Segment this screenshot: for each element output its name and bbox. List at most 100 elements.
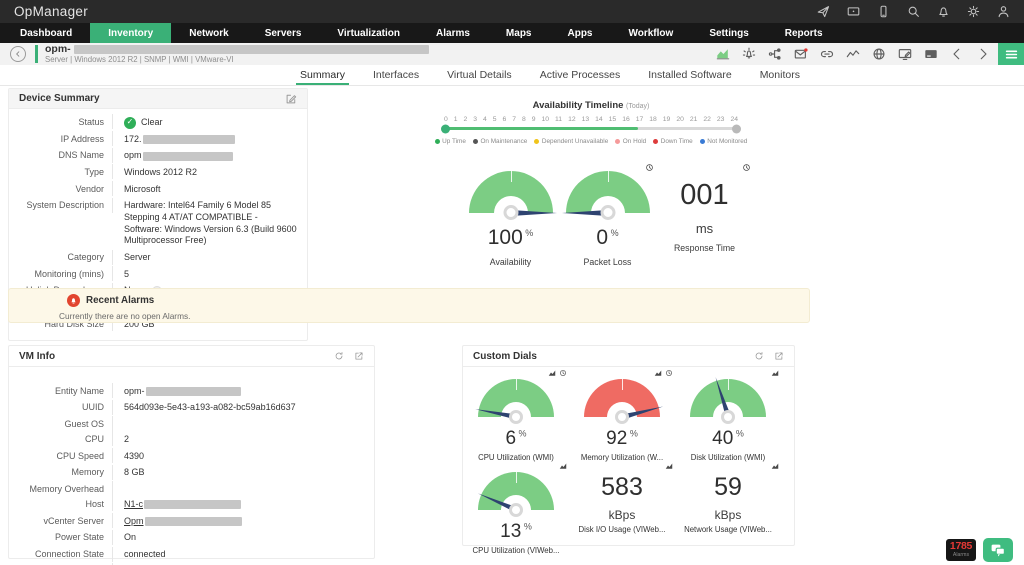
history-icon[interactable] bbox=[645, 163, 654, 172]
metric-unit: kBps bbox=[569, 508, 675, 522]
rocket-icon[interactable] bbox=[817, 5, 830, 18]
edit-icon[interactable] bbox=[285, 93, 297, 105]
metric-unit: ms bbox=[656, 221, 753, 236]
screen-icon[interactable] bbox=[847, 5, 860, 18]
timeline-tick: 19 bbox=[663, 116, 671, 123]
performance-chart-icon[interactable] bbox=[716, 47, 730, 61]
globe-icon[interactable] bbox=[872, 47, 886, 61]
nav-item-network[interactable]: Network bbox=[171, 23, 246, 43]
tab-virtual-details[interactable]: Virtual Details bbox=[433, 65, 526, 85]
field-value: 8 GB bbox=[113, 465, 145, 482]
timeline-track[interactable] bbox=[443, 127, 739, 130]
history-icon[interactable] bbox=[665, 369, 673, 377]
status-clear-icon: ✓ bbox=[124, 117, 136, 129]
device-summary-title: Device Summary bbox=[19, 93, 100, 104]
chart-icon[interactable] bbox=[548, 369, 556, 377]
metric-corner-icons bbox=[559, 462, 567, 470]
legend-dot bbox=[700, 139, 705, 144]
chart-icon[interactable] bbox=[771, 462, 779, 470]
monitor-edit-icon[interactable] bbox=[898, 47, 912, 61]
alarm-settings-icon[interactable] bbox=[742, 47, 756, 61]
phone-icon[interactable] bbox=[877, 5, 890, 18]
metric-card-memory-utilization-w: 92 %Memory Utilization (W... bbox=[569, 369, 675, 462]
gauge-hub bbox=[600, 205, 615, 220]
tab-installed-software[interactable]: Installed Software bbox=[634, 65, 745, 85]
nav-item-servers[interactable]: Servers bbox=[247, 23, 320, 43]
user-icon[interactable] bbox=[997, 5, 1010, 18]
timeline-tick: 9 bbox=[532, 116, 536, 123]
timeline-tick: 3 bbox=[473, 116, 477, 123]
link-icon[interactable] bbox=[820, 47, 834, 61]
gauge-cpu-utilization-wmi bbox=[478, 379, 554, 417]
field-value: 5 bbox=[113, 266, 129, 283]
chevron-right-icon[interactable] bbox=[976, 47, 990, 61]
field-label: DNS Name bbox=[9, 148, 113, 163]
field-label: Status bbox=[9, 114, 113, 129]
field-link[interactable]: Opm bbox=[124, 516, 144, 528]
chart-icon[interactable] bbox=[559, 462, 567, 470]
recent-alarms-panel: Recent Alarms Currently there are no ope… bbox=[8, 288, 810, 323]
tab-interfaces[interactable]: Interfaces bbox=[359, 65, 433, 85]
nav-item-alarms[interactable]: Alarms bbox=[418, 23, 488, 43]
field-row: Memory Overhead bbox=[9, 481, 374, 496]
dependency-icon[interactable] bbox=[768, 47, 782, 61]
metric-value: 0 % bbox=[559, 226, 656, 250]
refresh-icon[interactable] bbox=[334, 351, 344, 361]
metric-card-network-usage-viweb: 59kBpsNetwork Usage (VIWeb... bbox=[675, 462, 781, 555]
console-icon[interactable] bbox=[924, 47, 938, 61]
refresh-icon[interactable] bbox=[754, 351, 764, 361]
timeline-tick: 17 bbox=[636, 116, 644, 123]
alarm-bell-icon bbox=[69, 296, 78, 305]
tab-active-processes[interactable]: Active Processes bbox=[526, 65, 635, 85]
recent-alarms-title: Recent Alarms bbox=[86, 295, 154, 306]
nav-item-dashboard[interactable]: Dashboard bbox=[2, 23, 90, 43]
chart-icon[interactable] bbox=[665, 462, 673, 470]
field-link[interactable]: N1-c bbox=[124, 499, 143, 511]
gauge-hub bbox=[721, 410, 735, 424]
popout-icon[interactable] bbox=[774, 351, 784, 361]
nav-item-apps[interactable]: Apps bbox=[549, 23, 610, 43]
legend-item-on-maintenance: On Maintenance bbox=[473, 138, 527, 145]
field-row: Guest OS bbox=[9, 416, 374, 431]
nav-item-settings[interactable]: Settings bbox=[691, 23, 766, 43]
gauge-availability bbox=[469, 171, 553, 213]
alarms-count-badge[interactable]: 1785 Alarms bbox=[946, 539, 976, 561]
field-row: CategoryServer bbox=[9, 250, 307, 267]
bell-icon[interactable] bbox=[937, 5, 950, 18]
tab-monitors[interactable]: Monitors bbox=[746, 65, 814, 85]
chart-icon[interactable] bbox=[771, 369, 779, 377]
chat-button[interactable] bbox=[983, 538, 1013, 562]
popout-icon[interactable] bbox=[354, 351, 364, 361]
field-label: Type bbox=[9, 164, 113, 179]
device-menu-button[interactable] bbox=[998, 43, 1024, 65]
metric-card-disk-utilization-wmi: 40 %Disk Utilization (WMI) bbox=[675, 369, 781, 462]
nav-item-inventory[interactable]: Inventory bbox=[90, 23, 171, 43]
back-button[interactable] bbox=[10, 46, 26, 62]
chevron-left-icon[interactable] bbox=[950, 47, 964, 61]
sparkline-icon[interactable] bbox=[846, 47, 860, 61]
search-icon[interactable] bbox=[907, 5, 920, 18]
nav-item-virtualization[interactable]: Virtualization bbox=[319, 23, 418, 43]
metric-card-disk-i-o-usage-viweb: 583kBpsDisk I/O Usage (VIWeb... bbox=[569, 462, 675, 555]
field-label: vCenter Server bbox=[9, 513, 113, 528]
mail-icon[interactable] bbox=[794, 47, 808, 61]
field-label: Vendor bbox=[9, 181, 113, 196]
field-label: System Description bbox=[9, 198, 113, 213]
history-icon[interactable] bbox=[742, 163, 751, 172]
nav-item-reports[interactable]: Reports bbox=[767, 23, 841, 43]
gauge-hub bbox=[503, 205, 518, 220]
metric-value: 92 % bbox=[569, 428, 675, 450]
alarm-bell-icon bbox=[67, 294, 80, 307]
nav-item-workflow[interactable]: Workflow bbox=[610, 23, 691, 43]
chart-icon[interactable] bbox=[654, 369, 662, 377]
timeline-tick: 22 bbox=[703, 116, 711, 123]
metric-value: 583 bbox=[569, 473, 675, 502]
tab-summary[interactable]: Summary bbox=[286, 65, 359, 85]
nav-item-maps[interactable]: Maps bbox=[488, 23, 550, 43]
metric-label: Network Usage (VIWeb... bbox=[675, 525, 781, 534]
gear-icon[interactable] bbox=[967, 5, 980, 18]
history-icon[interactable] bbox=[559, 369, 567, 377]
field-value bbox=[113, 416, 124, 421]
field-label: Monitoring (mins) bbox=[9, 266, 113, 281]
gauge-hub bbox=[509, 503, 523, 517]
